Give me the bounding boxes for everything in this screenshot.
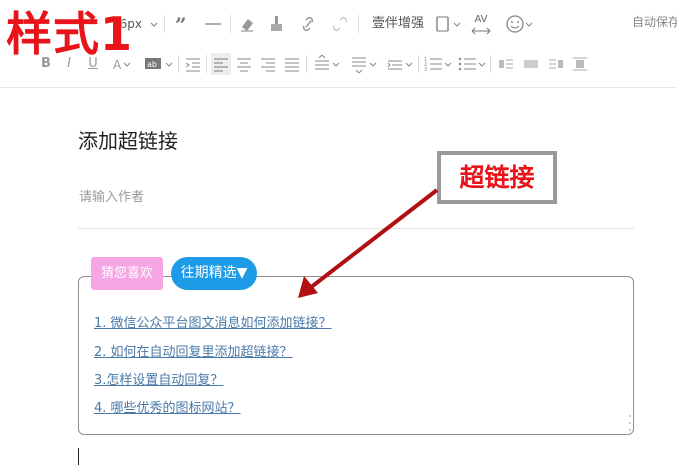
float-none-icon[interactable] <box>522 53 540 75</box>
style-label-overlay: 样式1 <box>6 7 134 61</box>
guess-you-like-tag[interactable]: 猜您喜欢 <box>91 257 163 290</box>
toolbar-separator <box>164 15 165 33</box>
float-right-icon[interactable] <box>547 53 565 75</box>
float-center-icon[interactable] <box>571 53 589 75</box>
svg-text:”: ” <box>175 13 187 35</box>
unlink-icon[interactable] <box>330 13 350 35</box>
align-justify-icon[interactable] <box>283 53 301 75</box>
letter-spacing-button[interactable]: AV <box>470 13 492 35</box>
svg-text:3: 3 <box>424 67 427 73</box>
toolbar-separator <box>178 55 179 73</box>
article-title[interactable]: 添加超链接 <box>78 125 178 154</box>
unordered-list-icon[interactable] <box>458 53 486 75</box>
chevron-down-icon[interactable] <box>150 13 158 35</box>
toolbar-separator <box>230 15 231 33</box>
indent-icon[interactable] <box>184 53 202 75</box>
text-cursor <box>78 448 79 465</box>
quote-icon[interactable]: ” <box>173 13 191 35</box>
toolbar-separator <box>358 15 359 33</box>
toolbar-separator <box>490 55 491 73</box>
hyperlink-item[interactable]: 2. 如何在自动回复里添加超链接？ <box>94 341 293 360</box>
align-center-icon[interactable] <box>235 53 253 75</box>
align-right-icon[interactable] <box>259 53 277 75</box>
hyperlink-callout: 超链接 <box>437 151 557 204</box>
emoji-icon[interactable] <box>505 13 533 35</box>
autosave-status: 自动保存 <box>632 15 677 29</box>
background-color-icon[interactable]: ab <box>144 53 174 75</box>
header-divider <box>78 228 634 229</box>
hyperlink-item[interactable]: 1. 微信公众平台图文消息如何添加链接？ <box>94 312 332 331</box>
horizontal-rule-icon[interactable] <box>203 13 223 35</box>
float-left-icon[interactable] <box>497 53 515 75</box>
toolbar-separator <box>306 55 307 73</box>
format-brush-icon[interactable] <box>268 13 286 35</box>
paragraph-spacing-before-icon[interactable] <box>313 53 341 75</box>
hyperlink-item[interactable]: 3.怎样设置自动回复？ <box>94 369 223 388</box>
line-height-icon[interactable] <box>434 13 462 35</box>
past-selection-tag[interactable]: 往期精选▼ <box>171 257 257 290</box>
ordered-list-icon[interactable]: 123 <box>424 53 452 75</box>
text-indent-icon[interactable] <box>386 53 414 75</box>
svg-text:ab: ab <box>147 60 157 69</box>
eraser-icon[interactable] <box>238 13 256 35</box>
hyperlink-item[interactable]: 4. 哪些优秀的图标网站？ <box>94 397 241 416</box>
paragraph-spacing-after-icon[interactable] <box>350 53 378 75</box>
decorate-button[interactable]: 壹伴增强 <box>370 13 426 35</box>
align-left-icon[interactable] <box>211 53 231 75</box>
toolbar-separator <box>206 55 207 73</box>
author-input[interactable]: 请输入作者 <box>79 186 144 205</box>
resize-handle-icon[interactable] <box>626 412 634 434</box>
letter-spacing-label: AV <box>474 14 488 25</box>
toolbar-separator <box>418 55 419 73</box>
link-icon[interactable] <box>298 13 318 35</box>
